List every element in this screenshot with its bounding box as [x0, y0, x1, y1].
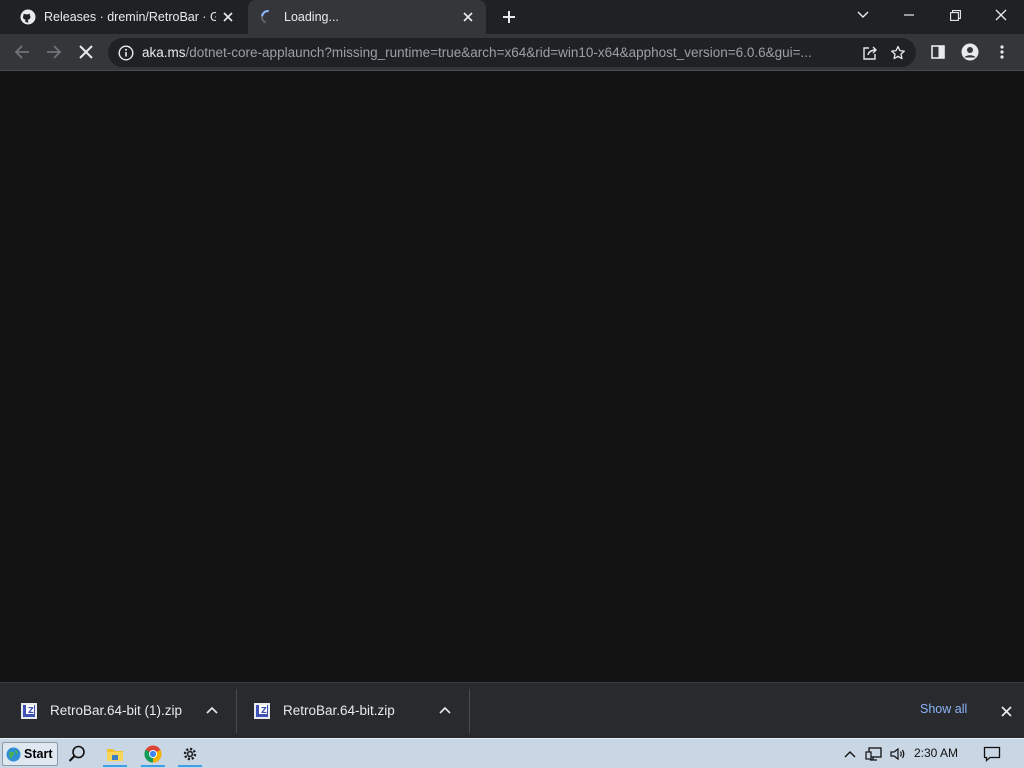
search-icon[interactable] [63, 741, 91, 767]
minimize-button[interactable] [886, 0, 932, 30]
divider [236, 689, 237, 733]
active-indicator [178, 765, 202, 767]
chevron-down-icon [857, 11, 869, 18]
side-panel-icon [931, 45, 945, 59]
new-tab-button[interactable] [496, 5, 522, 29]
url-path: /dotnet-core-applaunch?missing_runtime=t… [185, 45, 812, 60]
start-label: Start [24, 747, 53, 761]
stop-loading-button[interactable] [72, 38, 100, 66]
notification-icon[interactable] [982, 744, 1002, 764]
chevron-up-icon[interactable] [433, 698, 457, 722]
menu-button[interactable] [988, 38, 1016, 66]
close-icon[interactable] [456, 5, 480, 29]
download-filename: RetroBar.64-bit (1).zip [50, 703, 183, 718]
active-indicator [141, 765, 165, 767]
tab-title: Releases · dremin/RetroBar · GitHub [44, 10, 216, 24]
zip-archive-icon: Z [253, 702, 271, 720]
clock[interactable]: 2:30 AM [914, 746, 958, 760]
screen: Releases · dremin/RetroBar · GitHub Load… [0, 0, 1024, 768]
windows-globe-icon [6, 747, 21, 762]
download-item[interactable]: Z RetroBar.64-bit (1).zip [20, 683, 230, 738]
url-host: aka.ms [142, 45, 186, 60]
info-icon[interactable] [118, 44, 134, 61]
tab-strip: Releases · dremin/RetroBar · GitHub Load… [0, 0, 1024, 34]
minimize-icon [904, 14, 914, 16]
plus-icon [503, 11, 515, 23]
download-filename: RetroBar.64-bit.zip [283, 703, 395, 718]
tab-loading[interactable]: Loading... [248, 0, 486, 34]
tab-releases[interactable]: Releases · dremin/RetroBar · GitHub [8, 0, 246, 34]
tab-title: Loading... [284, 10, 339, 24]
browser-toolbar: aka.ms/dotnet-core-applaunch?missing_run… [0, 34, 1024, 71]
url-text[interactable]: aka.ms/dotnet-core-applaunch?missing_run… [142, 45, 856, 60]
close-window-button[interactable] [978, 0, 1024, 30]
download-shelf: Z RetroBar.64-bit (1).zip Z RetroBar.64-… [0, 682, 1024, 738]
svg-text:Z: Z [28, 706, 34, 715]
restore-icon [949, 9, 961, 21]
settings-icon[interactable] [176, 741, 204, 767]
arrow-left-icon [14, 45, 29, 59]
divider [469, 689, 470, 733]
network-icon[interactable] [864, 744, 884, 764]
close-icon[interactable] [216, 5, 240, 29]
active-indicator [103, 765, 127, 767]
loading-spinner-icon [260, 9, 276, 25]
zip-archive-icon: Z [20, 702, 38, 720]
svg-text:Z: Z [261, 706, 267, 715]
more-vert-icon [1000, 45, 1004, 59]
share-icon[interactable] [856, 39, 884, 67]
chevron-up-icon[interactable] [200, 698, 224, 722]
tab-search-button[interactable] [840, 0, 886, 30]
download-item[interactable]: Z RetroBar.64-bit.zip [253, 683, 463, 738]
github-icon [20, 9, 36, 25]
address-bar[interactable]: aka.ms/dotnet-core-applaunch?missing_run… [108, 38, 916, 67]
stop-icon [79, 45, 93, 59]
file-explorer-icon[interactable] [101, 741, 129, 767]
show-all-link[interactable]: Show all [920, 702, 967, 716]
taskbar: Start 2:30 AM [0, 738, 1024, 768]
bookmark-star-icon[interactable] [884, 39, 912, 67]
profile-button[interactable] [956, 38, 984, 66]
close-icon [995, 9, 1007, 21]
chrome-icon[interactable] [139, 741, 167, 767]
back-button[interactable] [8, 38, 36, 66]
volume-icon[interactable] [888, 744, 908, 764]
close-icon [1000, 705, 1012, 717]
restore-button[interactable] [932, 0, 978, 30]
profile-icon [961, 43, 979, 61]
arrow-right-icon [47, 45, 62, 59]
page-content [0, 71, 1024, 682]
start-button[interactable]: Start [2, 742, 58, 766]
chevron-up-icon[interactable] [840, 744, 860, 764]
forward-button[interactable] [40, 38, 68, 66]
close-shelf-button[interactable] [994, 699, 1018, 723]
side-panel-button[interactable] [924, 38, 952, 66]
